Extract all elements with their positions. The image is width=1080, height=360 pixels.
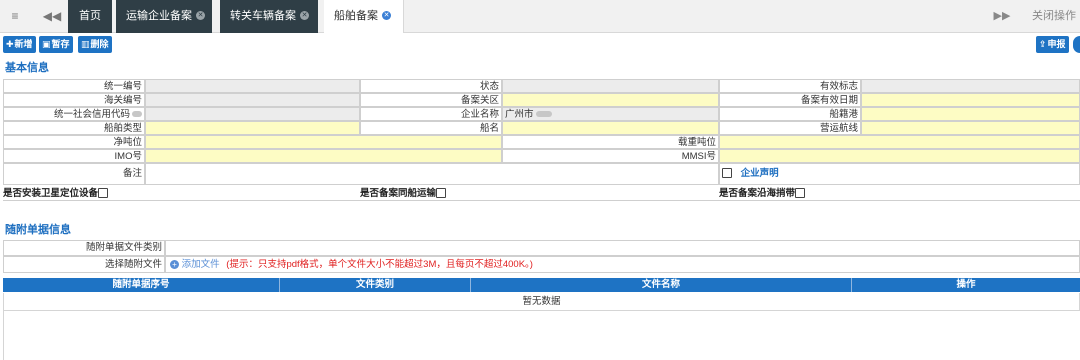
tab-home[interactable]: 首页 <box>68 0 112 33</box>
divider <box>3 200 1080 201</box>
deadweight-label: 载重吨位 <box>502 135 719 149</box>
tab-transport-company[interactable]: 运输企业备案 ✕ <box>116 0 212 33</box>
net-tonnage-field[interactable] <box>145 135 502 149</box>
credit-code-text: 统一社会信用代码 <box>53 109 130 120</box>
table-body <box>3 311 1080 360</box>
unified-no-field[interactable] <box>145 79 360 93</box>
tab-home-label: 首页 <box>79 10 101 22</box>
delete-button[interactable]: ▥删除 <box>78 36 112 53</box>
plus-icon: ✚ <box>6 39 14 49</box>
status-label: 状态 <box>360 79 502 93</box>
save-icon: ▣ <box>42 39 51 49</box>
route-label: 营运航线 <box>719 121 861 135</box>
record-valid-date-field[interactable] <box>861 93 1080 107</box>
coastal-question-text: 是否备案沿海捎带 <box>719 188 796 199</box>
tab-bar: ≡ ◀◀ 首页 运输企业备案 ✕ 转关车辆备案 ✕ 船舶备案 ✕ ▶▶ 关闭操作 <box>0 0 1080 33</box>
company-statement-checkbox[interactable] <box>722 168 732 179</box>
add-file-label: 添加文件 <box>181 259 220 270</box>
same-ship-checkbox[interactable] <box>436 188 447 199</box>
remark-label: 备注 <box>3 163 145 185</box>
tab-ship-record[interactable]: 船舶备案 ✕ <box>324 0 404 33</box>
tab-label: 运输企业备案 <box>126 10 192 22</box>
net-tonnage-label: 净吨位 <box>3 135 145 149</box>
valid-flag-label: 有效标志 <box>719 79 861 93</box>
col-operation[interactable]: 操作 <box>852 278 1080 292</box>
satellite-question-text: 是否安装卫星定位设备 <box>3 188 99 199</box>
delete-label: 删除 <box>90 39 109 49</box>
add-label: 新增 <box>14 39 33 49</box>
mmsi-label: MMSI号 <box>502 149 719 163</box>
declare-button[interactable]: ⇪申报 <box>1036 36 1069 53</box>
status-field[interactable] <box>502 79 719 93</box>
coastal-checkbox[interactable] <box>795 188 806 199</box>
coastal-question: 是否备案沿海捎带 <box>719 187 806 201</box>
ship-type-field[interactable] <box>145 121 360 135</box>
same-ship-question-text: 是否备案同船运输 <box>360 188 437 199</box>
record-valid-date-label: 备案有效日期 <box>719 93 861 107</box>
customs-no-field[interactable] <box>145 93 360 107</box>
col-file-name[interactable]: 文件名称 <box>471 278 852 292</box>
same-ship-question: 是否备案同船运输 <box>360 187 447 201</box>
attachment-table-header: 随附单据序号 文件类别 文件名称 操作 <box>3 278 1080 292</box>
credit-code-label: 统一社会信用代码 <box>3 107 145 121</box>
file-category-label: 随附单据文件类别 <box>3 240 165 256</box>
basic-info-title: 基本信息 <box>5 62 49 74</box>
ship-type-label: 船舶类型 <box>3 121 145 135</box>
record-customs-field[interactable] <box>502 93 719 107</box>
more-button[interactable] <box>1073 36 1080 53</box>
imo-field[interactable] <box>145 149 502 163</box>
add-file-button[interactable]: + 添加文件 <box>170 259 220 270</box>
customs-no-label: 海关编号 <box>3 93 145 107</box>
close-icon[interactable]: ✕ <box>196 10 205 20</box>
satellite-checkbox[interactable] <box>98 188 109 199</box>
upload-icon: ⇪ <box>1039 39 1047 49</box>
ship-name-label: 船名 <box>360 121 502 135</box>
col-seq[interactable]: 随附单据序号 <box>3 278 280 292</box>
route-field[interactable] <box>861 121 1080 135</box>
satellite-question: 是否安装卫星定位设备 <box>3 187 109 201</box>
trash-icon: ▥ <box>81 39 90 49</box>
col-file-category[interactable]: 文件类别 <box>280 278 471 292</box>
redacted-mark <box>132 111 142 118</box>
attachment-info-title: 随附单据信息 <box>5 224 71 236</box>
port-of-registry-label: 船籍港 <box>719 107 861 121</box>
record-customs-label: 备案关区 <box>360 93 502 107</box>
double-left-arrow-icon[interactable]: ◀◀ <box>38 0 66 33</box>
select-file-label: 选择随附文件 <box>3 256 165 273</box>
tab-label: 转关车辆备案 <box>230 10 296 22</box>
add-button[interactable]: ✚新增 <box>3 36 36 53</box>
imo-label: IMO号 <box>3 149 145 163</box>
empty-data-row: 暂无数据 <box>3 293 1080 311</box>
redacted-mark <box>535 111 552 118</box>
file-hint: (提示：只支持pdf格式，单个文件大小不能超过3M，且每页不超过400K。) <box>226 259 533 270</box>
close-icon[interactable]: ✕ <box>300 10 309 20</box>
add-circle-icon: + <box>170 259 179 269</box>
hamburger-icon[interactable]: ≡ <box>0 0 30 33</box>
company-statement-cell: 企业声明 <box>719 163 1080 185</box>
credit-code-field[interactable] <box>145 107 360 121</box>
double-right-arrow-icon[interactable]: ▶▶ <box>988 0 1016 33</box>
tab-vehicle-record[interactable]: 转关车辆备案 ✕ <box>220 0 318 33</box>
company-statement-link[interactable]: 企业声明 <box>741 168 779 179</box>
mmsi-field[interactable] <box>719 149 1080 163</box>
declare-label: 申报 <box>1047 39 1066 49</box>
company-name-value: 广州市 <box>505 109 534 120</box>
close-icon[interactable]: ✕ <box>382 10 391 20</box>
valid-flag-field[interactable] <box>861 79 1080 93</box>
save-draft-button[interactable]: ▣暂存 <box>39 36 73 53</box>
port-of-registry-field[interactable] <box>861 107 1080 121</box>
select-file-cell: + 添加文件 (提示：只支持pdf格式，单个文件大小不能超过3M，且每页不超过4… <box>165 256 1080 273</box>
company-name-label: 企业名称 <box>360 107 502 121</box>
close-operations-button[interactable]: 关闭操作 <box>1032 0 1080 33</box>
file-category-field[interactable] <box>165 240 1080 256</box>
save-draft-label: 暂存 <box>51 39 70 49</box>
tab-label: 船舶备案 <box>334 10 378 22</box>
unified-no-label: 统一编号 <box>3 79 145 93</box>
company-name-field[interactable]: 广州市 <box>502 107 719 121</box>
deadweight-field[interactable] <box>719 135 1080 149</box>
ship-name-field[interactable] <box>502 121 719 135</box>
remark-field[interactable] <box>145 163 719 185</box>
